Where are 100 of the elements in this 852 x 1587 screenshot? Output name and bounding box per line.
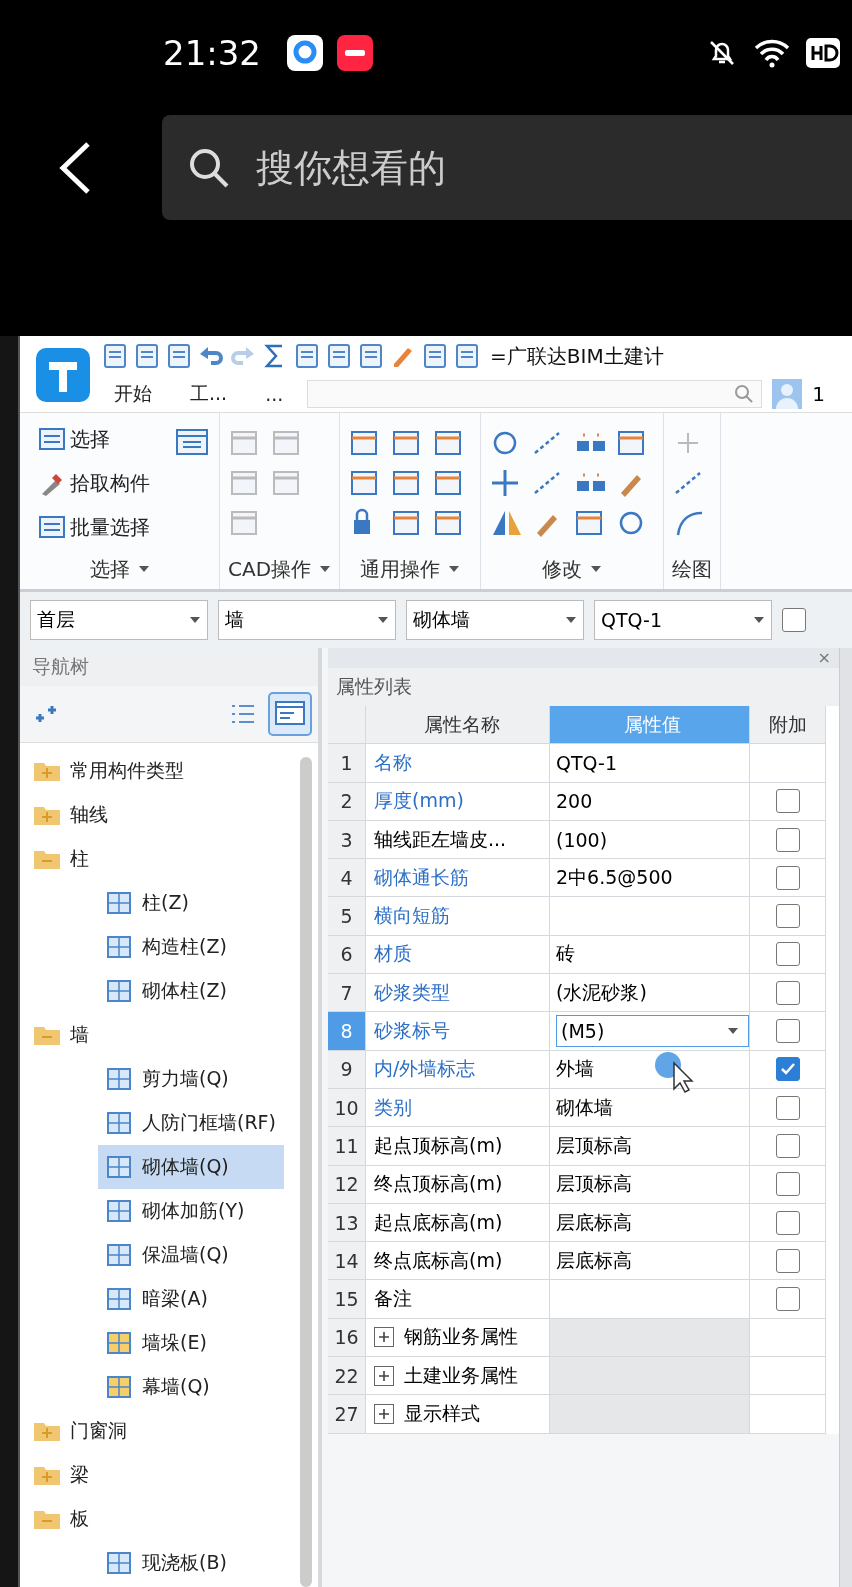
window-icon[interactable] — [175, 427, 209, 457]
tree-item[interactable]: 砌体墙(Q) — [98, 1145, 284, 1189]
row-number[interactable]: 16 — [328, 1318, 366, 1358]
scrollbar[interactable] — [839, 648, 852, 1587]
property-value[interactable]: 200 — [550, 782, 750, 821]
ribbon-button[interactable]: 选择 — [28, 425, 211, 453]
checkbox[interactable] — [775, 865, 800, 890]
row-number[interactable]: 11 — [328, 1127, 366, 1166]
close-button[interactable]: × — [817, 648, 831, 668]
tree-item[interactable]: 保温墙(Q) — [98, 1233, 284, 1277]
property-name: 砌体通长筋 — [366, 859, 550, 898]
ribbon-group-label[interactable]: 修改 — [489, 549, 656, 589]
row-number[interactable]: 12 — [328, 1165, 366, 1204]
window-view-icon[interactable] — [268, 692, 312, 736]
dropdown-field[interactable]: (M5) — [556, 1015, 749, 1047]
checkbox[interactable] — [775, 1133, 800, 1158]
checkbox[interactable] — [775, 904, 800, 929]
tree-item[interactable]: 构造柱(Z) — [98, 925, 284, 969]
checkbox[interactable] — [775, 1057, 800, 1082]
tree-item[interactable]: 砌体柱(Z) — [98, 969, 284, 1013]
row-number[interactable]: 13 — [328, 1203, 366, 1243]
checkbox[interactable] — [775, 1172, 800, 1197]
row-number[interactable]: 2 — [328, 782, 366, 821]
tree-folder[interactable]: 墙 — [20, 1013, 300, 1057]
tree-folder[interactable]: 柱 — [20, 837, 300, 881]
checkbox[interactable] — [775, 1095, 800, 1120]
ribbon-group-label[interactable]: CAD操作 — [228, 549, 332, 589]
app-icon — [287, 34, 323, 71]
property-name: 砂浆标号 — [366, 1012, 550, 1051]
ribbon-search-field[interactable] — [307, 380, 763, 408]
property-value[interactable]: 砖 — [550, 935, 750, 975]
property-value[interactable]: 层底标高 — [550, 1203, 750, 1243]
dropdown-field[interactable]: 首层 — [30, 600, 208, 640]
property-value[interactable]: 层底标高 — [550, 1242, 750, 1281]
dropdown-field[interactable]: 砌体墙 — [406, 600, 584, 640]
checkbox[interactable] — [775, 980, 800, 1005]
component-icon — [104, 1373, 134, 1401]
ribbon-button[interactable]: 拾取构件 — [28, 469, 211, 497]
tree-item[interactable]: 现浇板(B) — [98, 1541, 284, 1585]
checkbox[interactable] — [775, 942, 800, 967]
ribbon-group-label[interactable]: 通用操作 — [348, 549, 473, 589]
property-value[interactable]: 层顶标高 — [550, 1165, 750, 1204]
table-header-cell — [328, 706, 366, 745]
group-row-label[interactable]: 显示样式 — [366, 1395, 550, 1434]
property-value[interactable]: (100) — [550, 820, 750, 860]
ribbon-group-label[interactable]: 绘图 — [672, 549, 713, 589]
row-number[interactable]: 27 — [328, 1395, 366, 1434]
property-value[interactable]: QTQ-1 — [550, 744, 750, 783]
property-value[interactable]: 2中6.5@500 — [550, 859, 750, 898]
row-number[interactable]: 6 — [328, 935, 366, 975]
dropdown-field[interactable]: QTQ-1 — [594, 600, 772, 640]
tree-folder[interactable]: 轴线 — [20, 793, 300, 837]
tree-item[interactable]: 幕墙(Q) — [98, 1365, 284, 1409]
property-value[interactable]: 层顶标高 — [550, 1127, 750, 1166]
checkbox[interactable] — [775, 1019, 800, 1043]
tree-item[interactable]: 人防门框墙(RF) — [98, 1101, 284, 1145]
tree-item[interactable]: 柱(Z) — [98, 881, 284, 925]
row-number[interactable]: 4 — [328, 859, 366, 898]
tree-folder[interactable]: 门窗洞 — [20, 1409, 300, 1453]
tree-item[interactable]: 剪力墙(Q) — [98, 1057, 284, 1101]
checkbox[interactable] — [775, 827, 800, 852]
row-number[interactable]: 15 — [328, 1280, 366, 1319]
tree-item[interactable]: 砌体加筋(Y) — [98, 1189, 284, 1233]
property-name: 轴线距左墙皮... — [366, 820, 550, 860]
expand-toggle[interactable] — [374, 1327, 394, 1348]
row-number[interactable]: 14 — [328, 1242, 366, 1281]
checkbox[interactable] — [775, 1287, 800, 1312]
expand-toggle[interactable] — [374, 1404, 394, 1424]
tree-folder[interactable]: 板 — [20, 1497, 300, 1541]
tree-folder[interactable]: 梁 — [20, 1453, 300, 1497]
row-number[interactable]: 1 — [328, 744, 366, 783]
checkbox[interactable] — [782, 608, 806, 632]
ribbon-tab[interactable]: ... — [251, 383, 298, 405]
property-value[interactable]: (水泥砂浆) — [550, 974, 750, 1013]
tree-item[interactable]: 暗梁(A) — [98, 1277, 284, 1321]
checkbox[interactable] — [775, 1248, 800, 1273]
column-header[interactable]: 附加 — [750, 706, 826, 745]
scrollbar[interactable] — [300, 757, 312, 1587]
search-input[interactable]: 搜你想看的 — [254, 144, 738, 191]
plus-icon — [377, 1330, 391, 1345]
row-number[interactable]: 10 — [328, 1088, 366, 1128]
app-logo[interactable] — [34, 346, 92, 404]
ribbon-group-label[interactable]: 选择 — [28, 549, 211, 589]
component-icon — [104, 1197, 134, 1225]
ribbon-tab[interactable]: 工... — [176, 381, 242, 407]
expand-toggle[interactable] — [374, 1365, 394, 1386]
ribbon-button[interactable]: 批量选择 — [28, 513, 211, 541]
search-field[interactable]: 搜你想看的 — [162, 115, 852, 220]
tree-item[interactable]: 墙垛(E) — [98, 1321, 284, 1365]
row-number[interactable]: 22 — [328, 1357, 366, 1396]
dropdown-field[interactable]: 墙 — [218, 600, 396, 640]
row-number[interactable]: 3 — [328, 820, 366, 860]
column-header[interactable]: 属性名称 — [366, 706, 550, 745]
row-number[interactable]: 7 — [328, 974, 366, 1013]
row-number[interactable]: 5 — [328, 897, 366, 936]
tree-folder[interactable]: 常用构件类型 — [20, 749, 300, 793]
checkbox[interactable] — [775, 1210, 800, 1235]
row-number[interactable]: 9 — [328, 1050, 366, 1089]
ribbon-tab[interactable]: 开始 — [100, 381, 166, 407]
checkbox[interactable] — [775, 789, 800, 814]
